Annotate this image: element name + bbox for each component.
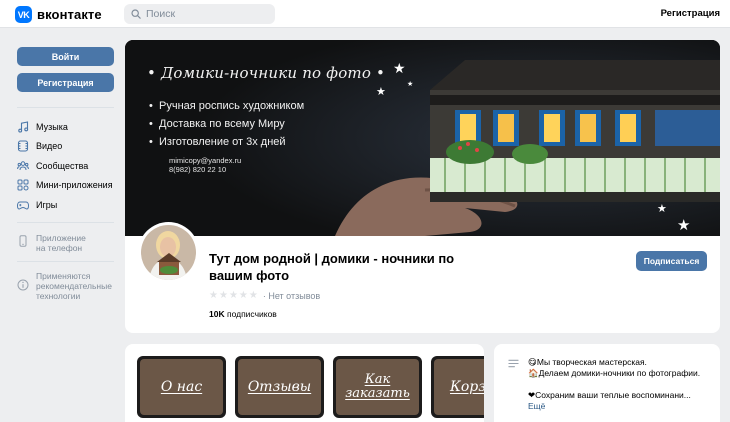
community-name: Тут дом родной | домики - ночники по ваш… xyxy=(209,251,455,283)
star-empty-icon: ★ xyxy=(238,290,248,301)
cover-title: • Домики-ночники по фото • xyxy=(147,64,386,82)
info-circle-icon xyxy=(17,279,29,291)
menu-item-cart[interactable]: Корзина xyxy=(431,356,484,418)
video-icon xyxy=(17,140,29,152)
logo-text: вконтакте xyxy=(37,7,102,22)
sidebar-item-games[interactable]: Игры xyxy=(17,199,57,211)
sidebar-item-mini-apps[interactable]: Мини-приложения xyxy=(17,179,113,191)
sidebar-item-label: Сообщества xyxy=(36,161,89,171)
menu-item-label: Отзывы xyxy=(238,359,321,415)
login-button[interactable]: Войти xyxy=(17,47,114,66)
gamepad-icon xyxy=(17,201,29,210)
header-register-link[interactable]: Регистрация xyxy=(661,8,720,19)
tech-line-1: Применяются xyxy=(36,271,91,281)
menu-item-label: Корзина xyxy=(434,359,484,415)
star-empty-icon: ★ xyxy=(248,290,258,301)
sidebar-divider xyxy=(17,261,114,262)
star-empty-icon: ★ xyxy=(228,290,238,301)
star-icon: ★ xyxy=(407,81,414,88)
menu-item-about[interactable]: О нас xyxy=(137,356,226,418)
mini-apps-icon xyxy=(17,179,29,191)
sidebar-item-video[interactable]: Видео xyxy=(17,140,62,152)
menu-item-reviews[interactable]: Отзывы xyxy=(235,356,324,418)
star-icon: ★ xyxy=(376,86,386,98)
description-icon xyxy=(508,359,519,368)
avatar[interactable] xyxy=(138,222,199,283)
star-empty-icon: ★ xyxy=(218,290,228,301)
register-button[interactable]: Регистрация xyxy=(17,73,114,92)
sidebar-divider xyxy=(17,222,114,223)
vk-logo[interactable]: VK вконтакте xyxy=(15,6,102,23)
menu-item-label: Как заказать xyxy=(336,359,419,415)
menu-item-label: О нас xyxy=(140,359,223,415)
star-icon: ★ xyxy=(657,203,667,215)
cover-bullet: Изготовление от 3х дней xyxy=(149,136,286,148)
sidebar-divider xyxy=(17,107,114,108)
vk-logo-icon: VK xyxy=(15,6,32,23)
app-line-2: на телефон xyxy=(36,243,83,253)
sidebar-item-recommendations[interactable]: Применяются рекомендательные технологии xyxy=(17,271,112,301)
star-icon: ★ xyxy=(393,60,406,76)
info-line: 🏠Делаем домики-ночники по фотографии. xyxy=(528,368,701,378)
sidebar-item-mobile-app[interactable]: Приложение на телефон xyxy=(17,233,86,253)
show-more-link[interactable]: Ещё xyxy=(528,401,713,412)
tech-line-3: технологии xyxy=(36,291,81,301)
cover-phone: 8(982) 820 22 10 xyxy=(169,165,227,174)
rating[interactable]: ★ ★ ★ ★ ★ · Нет отзывов xyxy=(209,290,320,301)
community-header-card: Тут дом родной | домики - ночники по ваш… xyxy=(125,222,720,333)
search-input[interactable] xyxy=(146,8,266,20)
star-empty-icon: ★ xyxy=(209,290,218,301)
sidebar-item-label: Видео xyxy=(36,141,63,151)
tech-line-2: рекомендательные xyxy=(36,281,112,291)
sidebar-item-communities[interactable]: Сообщества xyxy=(17,160,88,172)
communities-icon xyxy=(17,161,29,171)
sidebar-item-label: Мини-приложения xyxy=(36,180,113,190)
community-cover: • Домики-ночники по фото • ★ ★ ★ ★ ★ Руч… xyxy=(125,40,720,236)
sidebar-item-label: Игры xyxy=(36,200,58,210)
community-info: 😋Мы творческая мастерская. 🏠Делаем домик… xyxy=(494,344,720,422)
sidebar-item-label: Музыка xyxy=(36,122,68,132)
search-icon xyxy=(131,9,141,19)
community-menu: О нас Отзывы Как заказать Корзина xyxy=(125,344,484,422)
cover-bullet: Ручная роспись художником xyxy=(149,100,304,112)
music-icon xyxy=(18,121,29,133)
search-box[interactable] xyxy=(124,4,275,24)
phone-icon xyxy=(19,235,27,247)
subscribers-number: 10K xyxy=(209,309,225,319)
cover-email: mimicopy@yandex.ru xyxy=(169,156,242,165)
info-line: ❤Сохраним ваши теплые воспоминани... xyxy=(528,390,691,400)
subscribers-count[interactable]: 10K подписчиков xyxy=(209,309,277,319)
info-line: 😋Мы творческая мастерская. xyxy=(528,357,647,367)
menu-item-how-to-order[interactable]: Как заказать xyxy=(333,356,422,418)
subscribe-button[interactable]: Подписаться xyxy=(636,251,707,271)
avatar-photo xyxy=(141,225,196,280)
sidebar-item-music[interactable]: Музыка xyxy=(17,121,68,133)
reviews-link[interactable]: · Нет отзывов xyxy=(263,291,320,301)
top-bar: VK вконтакте Регистрация xyxy=(0,0,730,28)
cover-bullet: Доставка по всему Миру xyxy=(149,118,285,130)
app-line-1: Приложение xyxy=(36,233,86,243)
star-icon: ★ xyxy=(677,217,691,234)
subscribers-label: подписчиков xyxy=(226,309,277,319)
